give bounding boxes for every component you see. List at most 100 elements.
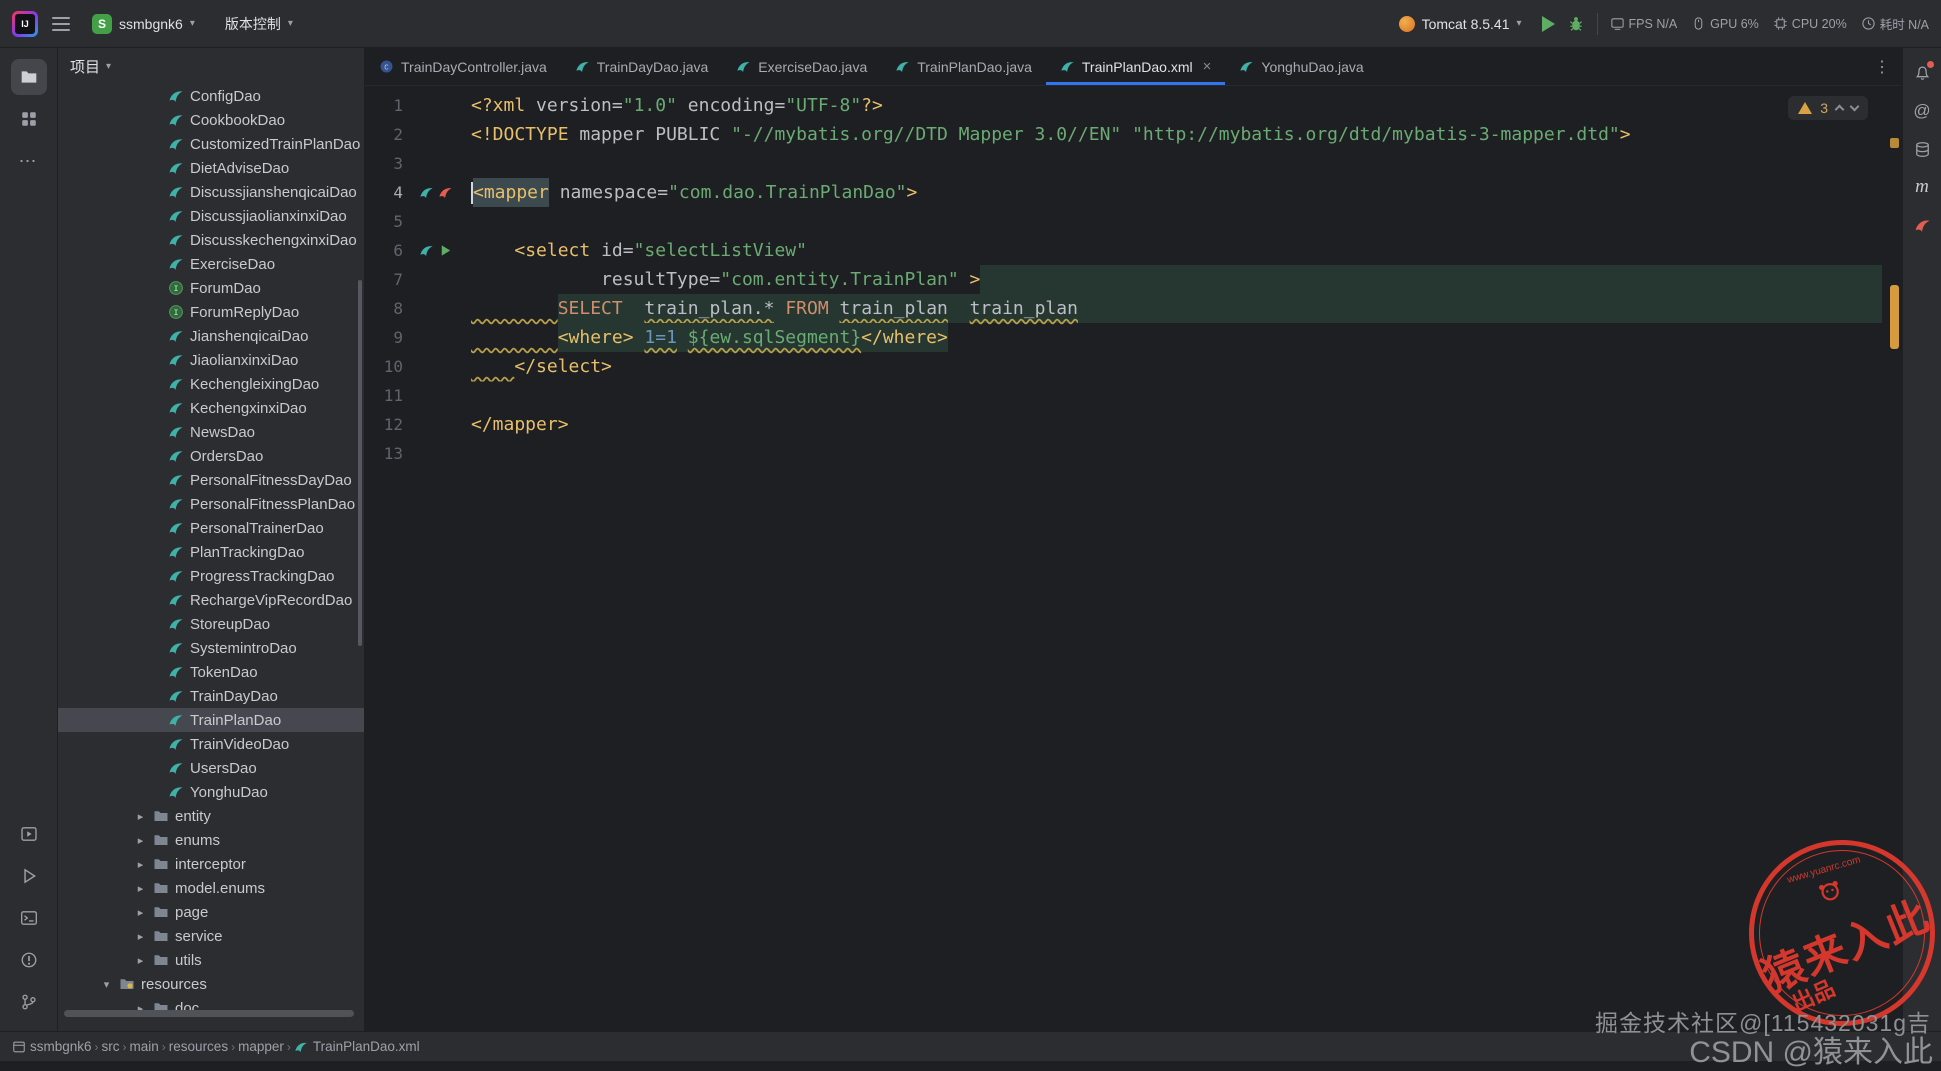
tree-item[interactable]: ▸ interceptor: [58, 852, 364, 876]
chevron-right-icon[interactable]: ▸: [134, 810, 147, 823]
chevron-right-icon[interactable]: ▸: [134, 882, 147, 895]
tree-item[interactable]: CookbookDao: [58, 108, 364, 132]
maven-button[interactable]: m: [1907, 172, 1937, 202]
chevron-right-icon[interactable]: ▸: [134, 858, 147, 871]
editor-tab[interactable]: TrainPlanDao.xml ×: [1046, 48, 1226, 85]
tree-horizontal-scrollbar[interactable]: [64, 1010, 354, 1017]
chevron-right-icon[interactable]: ▸: [134, 954, 147, 967]
run-tool-window-button[interactable]: [11, 858, 47, 894]
terminal-tool-window-button[interactable]: [11, 900, 47, 936]
tree-item[interactable]: JiaolianxinxiDao: [58, 348, 364, 372]
tab-close-icon[interactable]: ×: [1203, 59, 1212, 74]
git-tool-window-button[interactable]: [11, 984, 47, 1020]
chevron-right-icon[interactable]: ▸: [134, 906, 147, 919]
tree-item[interactable]: PersonalTrainerDao: [58, 516, 364, 540]
tree-item[interactable]: I ForumDao: [58, 276, 364, 300]
bird-icon[interactable]: [419, 243, 435, 259]
tree-item[interactable]: KechengxinxiDao: [58, 396, 364, 420]
tree-item[interactable]: DietAdviseDao: [58, 156, 364, 180]
chevron-down-icon: ▾: [287, 18, 293, 29]
tree-item[interactable]: PersonalFitnessDayDao: [58, 468, 364, 492]
run-button[interactable]: [1541, 15, 1555, 32]
tree-vertical-scrollbar[interactable]: [358, 280, 362, 646]
error-stripe-mark[interactable]: [1890, 138, 1899, 148]
tree-item[interactable]: ▸ entity: [58, 804, 364, 828]
error-stripe-mark[interactable]: [1890, 285, 1899, 349]
ide-window: IJ S ssmbgnk6 ▾ 版本控制 ▾ Tomcat 8.5.41 ▾ F…: [0, 0, 1941, 1069]
main-menu-icon[interactable]: [52, 16, 70, 31]
tree-item[interactable]: ▸ service: [58, 924, 364, 948]
tree-item[interactable]: PlanTrackingDao: [58, 540, 364, 564]
editor-tab[interactable]: ExerciseDao.java: [722, 48, 881, 85]
tree-item[interactable]: OrdersDao: [58, 444, 364, 468]
structure-tool-window-button[interactable]: [11, 101, 47, 137]
tree-item[interactable]: PersonalFitnessPlanDao: [58, 492, 364, 516]
tree-item[interactable]: NewsDao: [58, 420, 364, 444]
tree-item[interactable]: StoreupDao: [58, 612, 364, 636]
tree-item[interactable]: ▾ resources: [58, 972, 364, 996]
tab-options-icon[interactable]: ⋮: [1862, 48, 1902, 85]
tree-item[interactable]: DiscussjianshenqicaiDao: [58, 180, 364, 204]
services-tool-window-button[interactable]: [11, 816, 47, 852]
tree-item[interactable]: ▸ model.enums: [58, 876, 364, 900]
breadcrumb-item[interactable]: ssmbgnk6: [30, 1039, 92, 1054]
chevron-right-icon[interactable]: ▸: [134, 834, 147, 847]
tree-item[interactable]: ConfigDao: [58, 84, 364, 108]
tree-item[interactable]: ▸ utils: [58, 948, 364, 972]
editor-tab[interactable]: C TrainDayController.java: [365, 48, 561, 85]
breadcrumb-item[interactable]: src: [102, 1039, 120, 1054]
tree-item-label: JiaolianxinxiDao: [190, 351, 299, 369]
bird-red-icon[interactable]: [438, 185, 454, 201]
play-icon[interactable]: [438, 243, 454, 259]
database-button[interactable]: [1907, 134, 1937, 164]
notifications-button[interactable]: [1907, 58, 1937, 88]
chevron-right-icon[interactable]: ▸: [134, 930, 147, 943]
problems-tool-window-button[interactable]: [11, 942, 47, 978]
editor-zone: C TrainDayController.java TrainDayDao.java…: [365, 48, 1902, 1031]
tree-item[interactable]: UsersDao: [58, 756, 364, 780]
tree-item[interactable]: I ForumReplyDao: [58, 300, 364, 324]
debug-bug-icon[interactable]: [1567, 15, 1585, 33]
tree-item[interactable]: CustomizedTrainPlanDao: [58, 132, 364, 156]
code-editor[interactable]: 1 <?xml version = "1.0" encoding = "UTF-8" ?> 2…: [365, 86, 1902, 1031]
breadcrumb-item[interactable]: main: [130, 1039, 159, 1054]
tree-item[interactable]: ExerciseDao: [58, 252, 364, 276]
tree-item[interactable]: TrainPlanDao: [58, 708, 364, 732]
tree-item[interactable]: ProgressTrackingDao: [58, 564, 364, 588]
metric: 耗时 N/A: [1861, 14, 1929, 33]
vcs-selector[interactable]: 版本控制 ▾: [217, 10, 301, 38]
breadcrumb-item[interactable]: resources: [169, 1039, 228, 1054]
line-number: 8: [393, 299, 403, 318]
editor-tab[interactable]: YonghuDao.java: [1225, 48, 1377, 85]
tree-item[interactable]: ▸ page: [58, 900, 364, 924]
tree-item[interactable]: RechargeVipRecordDao: [58, 588, 364, 612]
tree-item[interactable]: TokenDao: [58, 660, 364, 684]
mybatisx-plugin-button[interactable]: [1907, 210, 1937, 240]
bird-icon[interactable]: [419, 185, 435, 201]
editor-tab[interactable]: TrainPlanDao.java: [881, 48, 1046, 85]
ai-assistant-button[interactable]: @: [1907, 96, 1937, 126]
chevron-down-icon[interactable]: ▾: [100, 978, 113, 991]
prev-problem-icon[interactable]: [1834, 104, 1845, 115]
tree-item[interactable]: TrainVideoDao: [58, 732, 364, 756]
run-configuration-selector[interactable]: Tomcat 8.5.41 ▾: [1391, 12, 1530, 36]
tree-item[interactable]: JianshenqicaiDao: [58, 324, 364, 348]
tree-item[interactable]: YonghuDao: [58, 780, 364, 804]
mybatis-icon: [168, 256, 184, 272]
inspection-widget[interactable]: 3: [1788, 96, 1868, 120]
tree-item[interactable]: KechengleixingDao: [58, 372, 364, 396]
breadcrumb-item[interactable]: mapper: [238, 1039, 284, 1054]
project-tool-window-button[interactable]: [10, 59, 47, 95]
tree-item[interactable]: SystemintroDao: [58, 636, 364, 660]
more-tool-windows-button[interactable]: ⋯: [11, 143, 47, 179]
next-problem-icon[interactable]: [1849, 101, 1860, 112]
breadcrumb-item[interactable]: TrainPlanDao.xml: [294, 1039, 420, 1054]
project-selector[interactable]: S ssmbgnk6 ▾: [84, 10, 203, 38]
tree-item[interactable]: ▸ enums: [58, 828, 364, 852]
tree-item[interactable]: DiscusskechengxinxiDao: [58, 228, 364, 252]
project-panel-header[interactable]: 项目 ▾: [58, 48, 364, 84]
tree-item[interactable]: DiscussjiaolianxinxiDao: [58, 204, 364, 228]
tree-item[interactable]: TrainDayDao: [58, 684, 364, 708]
editor-tab[interactable]: TrainDayDao.java: [561, 48, 723, 85]
tree-item-label: PersonalTrainerDao: [190, 519, 324, 537]
